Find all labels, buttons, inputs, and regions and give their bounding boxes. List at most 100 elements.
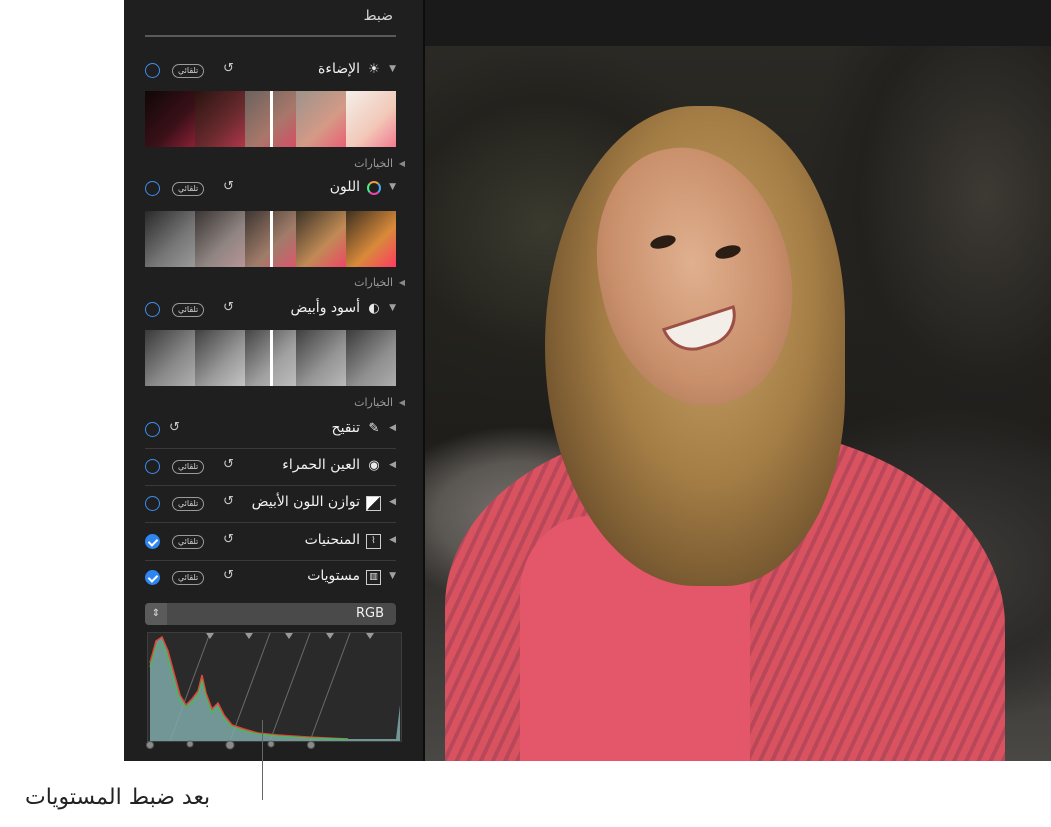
midtone-handle[interactable] — [225, 740, 235, 750]
levels-channel-select[interactable]: ⇕ RGB — [145, 603, 396, 625]
section-label: الإضاءة — [318, 61, 360, 77]
section-label: توازن اللون الأبيض — [251, 494, 360, 510]
toggle-checkbox[interactable] — [145, 534, 160, 549]
options-label[interactable]: الخيارات — [354, 157, 393, 170]
chevron-left-icon[interactable]: ◀ — [389, 497, 396, 507]
toggle-checkbox[interactable] — [145, 181, 160, 196]
thumbnail — [195, 91, 246, 147]
adjust-panel: ضبط تلقائي ↺ الإضاءة ☀ ▼ الخيارات ◀ تلقا… — [124, 0, 423, 761]
auto-button[interactable]: تلقائي — [172, 535, 205, 549]
undo-icon[interactable]: ↺ — [223, 300, 234, 315]
undo-icon[interactable]: ↺ — [223, 61, 234, 76]
curves-icon: ⌇ — [366, 534, 381, 549]
section-red-eye[interactable]: تلقائي ↺ العين الحمراء ◉ ◀ — [145, 455, 396, 481]
undo-icon[interactable]: ↺ — [223, 457, 234, 472]
toggle-checkbox[interactable] — [145, 459, 160, 474]
slider-marker[interactable] — [270, 211, 273, 267]
toggle-checkbox[interactable] — [145, 302, 160, 317]
options-label[interactable]: الخيارات — [354, 276, 393, 289]
thumbnail — [195, 330, 246, 386]
toggle-checkbox[interactable] — [145, 63, 160, 78]
thumbnail — [345, 91, 396, 147]
auto-button[interactable]: تلقائي — [172, 64, 205, 78]
thumbnail — [145, 330, 196, 386]
light-thumbnail-strip[interactable] — [145, 91, 396, 147]
highlights-handle[interactable] — [267, 740, 275, 748]
shadows-handle[interactable] — [186, 740, 194, 748]
undo-icon[interactable]: ↺ — [169, 420, 180, 435]
section-label: مستويات — [307, 568, 360, 584]
chevron-left-icon[interactable]: ◀ — [389, 423, 396, 433]
section-black-white[interactable]: تلقائي ↺ أسود وأبيض ◐ ▼ — [145, 298, 396, 324]
section-label: أسود وأبيض — [290, 300, 360, 316]
thumbnail — [195, 211, 246, 267]
section-retouch[interactable]: ↺ تنقيح ✎ ◀ — [145, 418, 396, 444]
undo-icon[interactable]: ↺ — [223, 179, 234, 194]
panel-title: ضبط — [363, 8, 393, 24]
white-point-handle[interactable] — [307, 741, 315, 749]
auto-button[interactable]: تلقائي — [172, 497, 205, 511]
color-wheel-icon — [367, 181, 381, 195]
select-arrows-icon[interactable]: ⇕ — [145, 603, 167, 625]
chevron-left-icon[interactable]: ◀ — [389, 535, 396, 545]
section-white-balance[interactable]: تلقائي ↺ توازن اللون الأبيض ◀ — [145, 492, 396, 518]
undo-icon[interactable]: ↺ — [223, 494, 234, 509]
section-color[interactable]: تلقائي ↺ اللون ▼ — [145, 177, 396, 203]
callout-label: بعد ضبط المستويات — [25, 785, 211, 810]
auto-button[interactable]: تلقائي — [172, 182, 205, 196]
section-light[interactable]: تلقائي ↺ الإضاءة ☀ ▼ — [145, 59, 396, 85]
levels-histogram[interactable] — [147, 632, 402, 742]
auto-button[interactable]: تلقائي — [172, 460, 205, 474]
thumbnail — [345, 211, 396, 267]
levels-handles[interactable] — [144, 735, 404, 755]
row-divider — [145, 448, 396, 449]
toggle-checkbox[interactable] — [145, 496, 160, 511]
chevron-left-icon[interactable]: ◀ — [399, 278, 405, 287]
chevron-down-icon[interactable]: ▼ — [389, 64, 396, 74]
bandage-icon: ✎ — [368, 421, 380, 436]
row-divider — [145, 485, 396, 486]
channel-value: RGB — [355, 606, 384, 621]
photo-viewer[interactable] — [425, 0, 1051, 761]
levels-icon: ▥ — [366, 570, 381, 585]
section-levels[interactable]: تلقائي ↺ مستويات ▥ ▼ — [145, 566, 396, 592]
undo-icon[interactable]: ↺ — [223, 568, 234, 583]
title-divider — [145, 35, 396, 37]
slider-marker[interactable] — [270, 91, 273, 147]
chevron-down-icon[interactable]: ▼ — [389, 571, 396, 581]
histogram-graph — [149, 632, 400, 742]
section-curves[interactable]: تلقائي ↺ المنحنيات ⌇ ◀ — [145, 530, 396, 556]
row-divider — [145, 560, 396, 561]
thumbnail — [295, 91, 346, 147]
section-label: المنحنيات — [304, 532, 360, 548]
undo-icon[interactable]: ↺ — [223, 532, 234, 547]
options-label[interactable]: الخيارات — [354, 396, 393, 409]
toggle-checkbox[interactable] — [145, 570, 160, 585]
black-point-handle[interactable] — [146, 741, 154, 749]
thumbnail — [145, 211, 196, 267]
bw-thumbnail-strip[interactable] — [145, 330, 396, 386]
color-thumbnail-strip[interactable] — [145, 211, 396, 267]
thumbnail — [345, 330, 396, 386]
chevron-left-icon[interactable]: ◀ — [399, 398, 405, 407]
callout-leader-line — [262, 720, 263, 800]
sun-icon: ☀ — [368, 62, 380, 77]
toolbar-area — [425, 0, 1051, 46]
chevron-left-icon[interactable]: ◀ — [399, 159, 405, 168]
auto-button[interactable]: تلقائي — [172, 571, 205, 585]
chevron-left-icon[interactable]: ◀ — [389, 460, 396, 470]
red-eye-icon: ◉ — [368, 458, 380, 473]
row-divider — [145, 522, 396, 523]
white-balance-icon — [366, 496, 381, 511]
thumbnail — [295, 211, 346, 267]
chevron-down-icon[interactable]: ▼ — [389, 303, 396, 313]
thumbnail — [145, 91, 196, 147]
toggle-checkbox[interactable] — [145, 422, 160, 437]
edited-photo[interactable] — [425, 46, 1051, 761]
section-label: العين الحمراء — [282, 457, 360, 473]
half-circle-icon: ◐ — [368, 301, 380, 316]
thumbnail — [295, 330, 346, 386]
auto-button[interactable]: تلقائي — [172, 303, 205, 317]
chevron-down-icon[interactable]: ▼ — [389, 182, 396, 192]
slider-marker[interactable] — [270, 330, 273, 386]
